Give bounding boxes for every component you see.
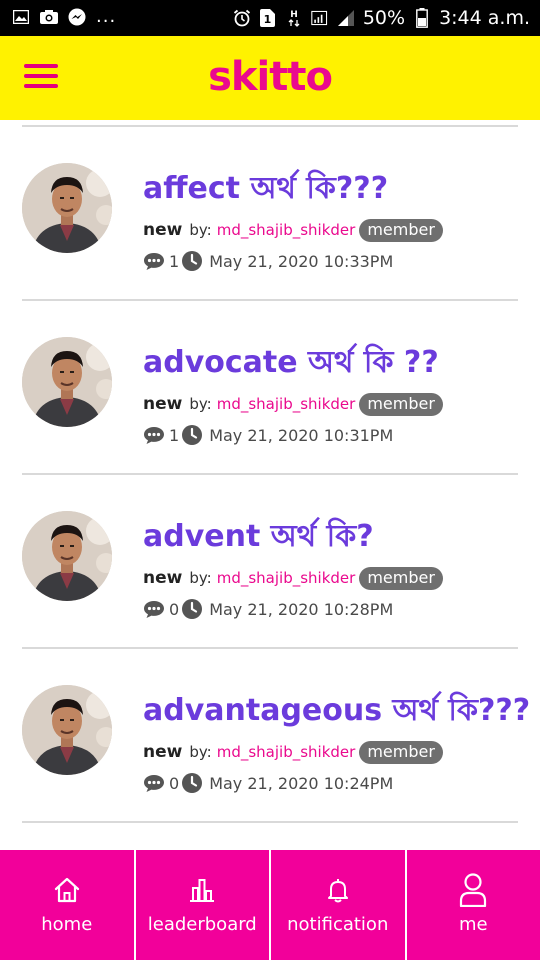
post-stats: 0 May 21, 2020 10:28PM — [143, 597, 393, 621]
comment-icon — [143, 772, 165, 794]
post-meta: new by: md_shajib_shikder member — [143, 565, 443, 591]
nav-label: me — [458, 914, 488, 935]
post-title[interactable]: advantageous অর্থ কি??? — [143, 691, 530, 731]
post-feed[interactable]: affect অর্থ কি??? new by: md_shajib_shik… — [0, 120, 540, 850]
post-meta: new by: md_shajib_shikder member — [143, 739, 443, 765]
by-label: by: — [189, 743, 212, 761]
network-h-icon: H — [285, 9, 303, 27]
nav-home[interactable]: home — [0, 850, 134, 960]
clock-icon — [181, 772, 203, 794]
gallery-icon — [12, 8, 30, 26]
bell-icon — [323, 874, 353, 906]
avatar[interactable] — [22, 511, 112, 601]
by-label: by: — [189, 395, 212, 413]
post-stats: 1 May 21, 2020 10:31PM — [143, 423, 393, 447]
overflow-text: ... — [96, 6, 117, 27]
comment-count: 1 — [169, 425, 180, 445]
author-link[interactable]: md_shajib_shikder — [217, 569, 356, 587]
nav-me[interactable]: me — [406, 850, 540, 960]
post-status: new — [143, 742, 183, 762]
post-datetime: May 21, 2020 10:33PM — [209, 251, 394, 271]
post-datetime: May 21, 2020 10:31PM — [209, 425, 394, 445]
post-item[interactable]: affect অর্থ কি??? new by: md_shajib_shik… — [0, 127, 540, 299]
avatar[interactable] — [22, 163, 112, 253]
role-badge: member — [359, 218, 443, 242]
comment-icon — [143, 250, 165, 272]
author-link[interactable]: md_shajib_shikder — [217, 743, 356, 761]
post-item[interactable]: advent অর্থ কি? new by: md_shajib_shikde… — [0, 475, 540, 647]
status-bar: ... 1 H 50% 3:44 a.m. — [0, 0, 540, 36]
avatar[interactable] — [22, 685, 112, 775]
battery-icon — [413, 8, 431, 28]
avatar[interactable] — [22, 337, 112, 427]
nav-notification[interactable]: notification — [271, 850, 405, 960]
post-datetime: May 21, 2020 10:24PM — [209, 773, 394, 793]
comment-count: 1 — [169, 251, 180, 271]
clock: 3:44 a.m. — [439, 7, 530, 29]
camera-icon — [40, 8, 58, 26]
battery-percent: 50% — [362, 7, 406, 29]
bottom-navigation: home leaderboard notification me — [0, 850, 540, 960]
by-label: by: — [189, 569, 212, 587]
nav-label: home — [41, 914, 93, 935]
leaderboard-icon — [187, 874, 217, 906]
home-icon — [52, 874, 82, 906]
alarm-icon — [233, 9, 251, 27]
post-datetime: May 21, 2020 10:28PM — [209, 599, 394, 619]
post-status: new — [143, 220, 183, 240]
post-status: new — [143, 394, 183, 414]
role-badge: member — [359, 392, 443, 416]
post-stats: 1 May 21, 2020 10:33PM — [143, 249, 393, 273]
post-item[interactable]: advocate অর্থ কি ?? new by: md_shajib_sh… — [0, 301, 540, 473]
app-header: skitto — [0, 36, 540, 120]
comment-icon — [143, 424, 165, 446]
post-title[interactable]: advent অর্থ কি? — [143, 517, 374, 557]
post-meta: new by: md_shajib_shikder member — [143, 391, 443, 417]
comment-icon — [143, 598, 165, 620]
signal-icon — [311, 9, 329, 27]
post-title[interactable]: advocate অর্থ কি ?? — [143, 343, 439, 383]
post-status: new — [143, 568, 183, 588]
post-item[interactable]: advantageous অর্থ কি??? new by: md_shaji… — [0, 649, 540, 821]
user-icon — [458, 873, 488, 907]
comment-count: 0 — [169, 773, 180, 793]
role-badge: member — [359, 740, 443, 764]
author-link[interactable]: md_shajib_shikder — [217, 221, 356, 239]
svg-text:1: 1 — [264, 13, 272, 26]
nav-leaderboard[interactable]: leaderboard — [135, 850, 269, 960]
post-meta: new by: md_shajib_shikder member — [143, 217, 443, 243]
nav-label: notification — [287, 914, 389, 935]
signal-strength-icon — [337, 9, 355, 27]
sim-1-icon: 1 — [259, 9, 277, 27]
author-link[interactable]: md_shajib_shikder — [217, 395, 356, 413]
divider — [22, 821, 518, 823]
brand-logo[interactable]: skitto — [0, 54, 540, 100]
messenger-icon — [68, 8, 86, 26]
nav-label: leaderboard — [147, 914, 257, 935]
post-title[interactable]: affect অর্থ কি??? — [143, 169, 388, 209]
clock-icon — [181, 250, 203, 272]
clock-icon — [181, 598, 203, 620]
post-stats: 0 May 21, 2020 10:24PM — [143, 771, 393, 795]
by-label: by: — [189, 221, 212, 239]
role-badge: member — [359, 566, 443, 590]
clock-icon — [181, 424, 203, 446]
svg-text:H: H — [290, 10, 298, 20]
comment-count: 0 — [169, 599, 180, 619]
